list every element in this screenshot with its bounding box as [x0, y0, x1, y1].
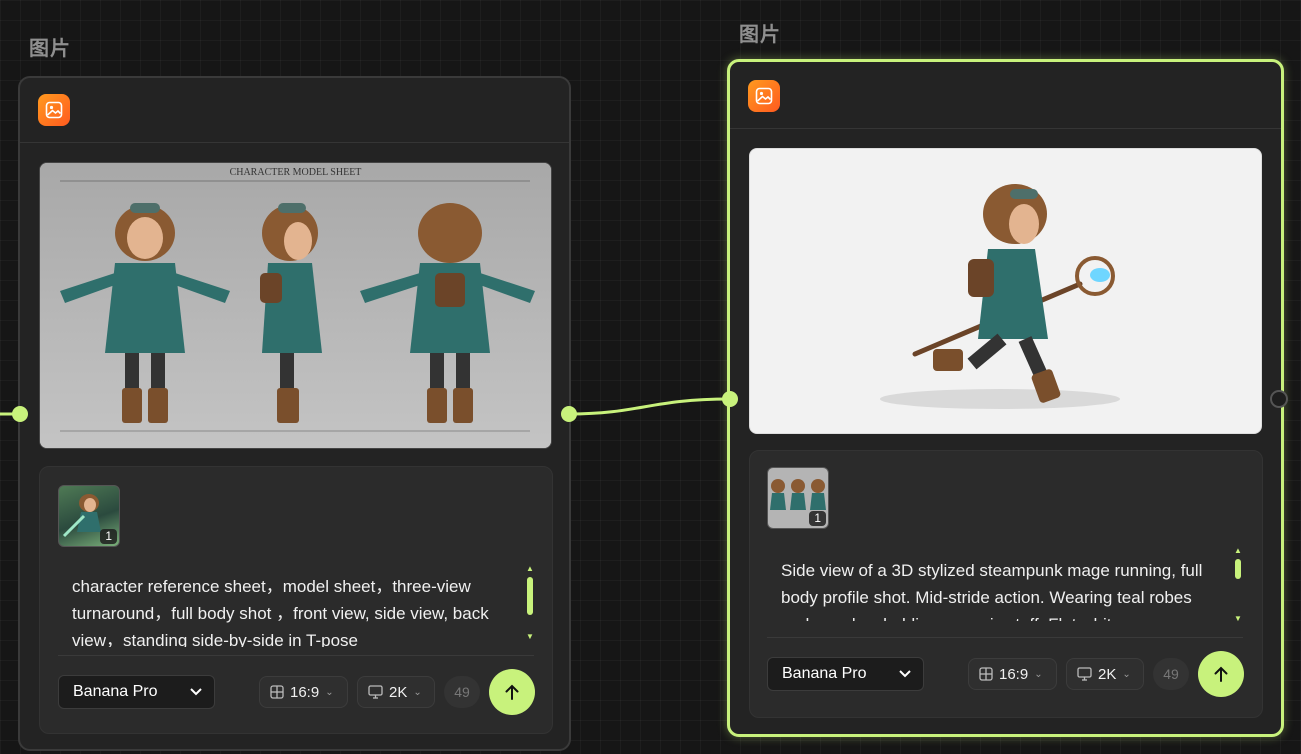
monitor-icon [1077, 667, 1092, 681]
chevron-down-icon: ⌄ [325, 686, 334, 698]
reference-count: 1 [809, 511, 826, 526]
chevron-down-icon: ⌄ [1034, 668, 1043, 680]
prompt-panel: 1 Side view of a 3D stylized steampunk m… [749, 450, 1263, 718]
chevron-down-icon [190, 688, 202, 696]
reference-thumbnail[interactable]: 1 [58, 485, 120, 547]
node-title: 图片 [739, 22, 781, 46]
scroll-up-arrow[interactable]: ▲ [525, 565, 535, 573]
resolution-button[interactable]: 2K ⌄ [1066, 658, 1144, 690]
node-header [730, 62, 1281, 129]
prompt-scrollbar[interactable]: ▲ ▼ [525, 565, 535, 641]
input-port[interactable] [12, 406, 28, 422]
credit-cost: 49 [444, 676, 480, 708]
model-label: Banana Pro [782, 665, 867, 682]
reference-count: 1 [100, 529, 117, 544]
resolution-label: 2K [389, 683, 408, 701]
image-node-selected[interactable]: 1 Side view of a 3D stylized steampunk m… [727, 59, 1284, 737]
prompt-panel: 1 character reference sheet，model sheet，… [39, 466, 553, 734]
image-node[interactable]: CHARACTER MODEL SHEET 1 character refere… [18, 76, 571, 751]
prompt-scrollbar[interactable]: ▲ ▼ [1233, 547, 1243, 623]
output-port[interactable] [561, 406, 577, 422]
prompt-text[interactable]: Side view of a 3D stylized steampunk mag… [781, 557, 1211, 621]
model-label: Banana Pro [73, 683, 158, 700]
monitor-icon [368, 685, 383, 699]
aspect-ratio-button[interactable]: 16:9 ⌄ [259, 676, 348, 708]
send-button[interactable] [489, 669, 535, 715]
image-icon [748, 80, 780, 112]
generated-image-preview[interactable]: CHARACTER MODEL SHEET [39, 162, 552, 449]
reference-thumbnail[interactable]: 1 [767, 467, 829, 529]
scroll-thumb[interactable] [1235, 559, 1241, 579]
aspect-ratio-button[interactable]: 16:9 ⌄ [968, 658, 1057, 690]
model-select[interactable]: Banana Pro [58, 675, 215, 709]
aspect-ratio-label: 16:9 [999, 665, 1029, 683]
resolution-button[interactable]: 2K ⌄ [357, 676, 435, 708]
scroll-down-arrow[interactable]: ▼ [1233, 615, 1243, 623]
divider [767, 637, 1243, 638]
credit-cost: 49 [1153, 658, 1189, 690]
grid-icon [979, 667, 993, 681]
chevron-down-icon: ⌄ [1122, 668, 1131, 680]
scroll-down-arrow[interactable]: ▼ [525, 633, 535, 641]
model-select[interactable]: Banana Pro [767, 657, 924, 691]
send-button[interactable] [1198, 651, 1244, 697]
chevron-down-icon [899, 670, 911, 678]
scroll-up-arrow[interactable]: ▲ [1233, 547, 1243, 555]
scroll-thumb[interactable] [527, 577, 533, 615]
grid-icon [270, 685, 284, 699]
prompt-text[interactable]: character reference sheet，model sheet，th… [72, 573, 502, 647]
image-icon [38, 94, 70, 126]
input-port[interactable] [722, 391, 738, 407]
aspect-ratio-label: 16:9 [290, 683, 320, 701]
output-port[interactable] [1270, 390, 1288, 408]
divider [58, 655, 534, 656]
node-header [20, 78, 569, 143]
generated-image-preview[interactable] [749, 148, 1262, 434]
resolution-label: 2K [1098, 665, 1117, 683]
node-title: 图片 [29, 36, 71, 60]
chevron-down-icon: ⌄ [413, 686, 422, 698]
arrow-up-icon [505, 684, 519, 700]
sheet-caption: CHARACTER MODEL SHEET [229, 167, 362, 178]
arrow-up-icon [1214, 666, 1228, 682]
